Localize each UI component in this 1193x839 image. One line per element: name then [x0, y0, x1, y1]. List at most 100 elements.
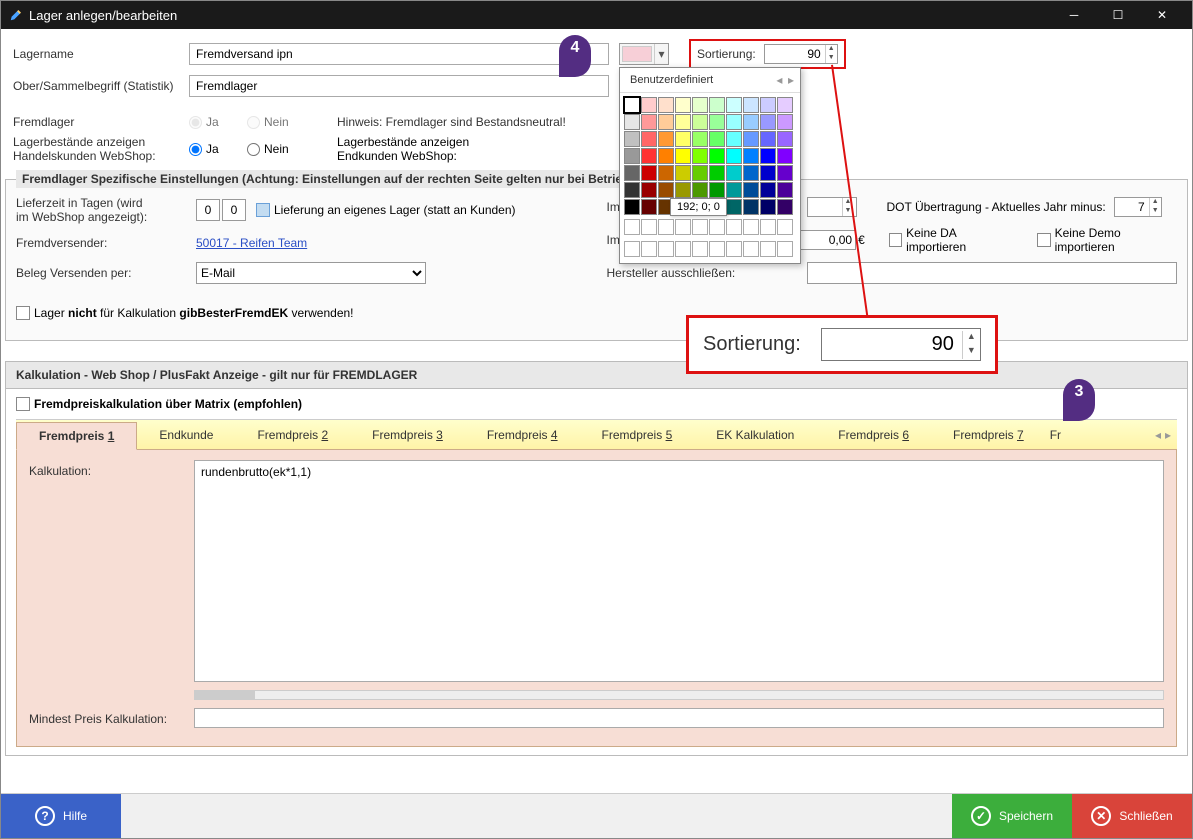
color-cell[interactable]	[726, 148, 742, 164]
color-cell[interactable]	[726, 199, 742, 215]
spin-up-icon[interactable]: ▲	[825, 45, 837, 54]
color-cell[interactable]	[624, 148, 640, 164]
fremdversender-link[interactable]: 50017 - Reifen Team	[196, 236, 307, 250]
color-cell[interactable]	[743, 131, 759, 147]
lager-nicht-checkbox[interactable]	[16, 306, 30, 320]
color-cell[interactable]	[692, 165, 708, 181]
color-cell[interactable]	[675, 114, 691, 130]
callout-sort-input[interactable]	[822, 329, 962, 360]
color-cell[interactable]	[760, 131, 776, 147]
color-cell[interactable]	[641, 182, 657, 198]
tab-scroll-left-icon[interactable]: ◂	[1155, 428, 1161, 442]
color-cell[interactable]	[709, 148, 725, 164]
color-cell[interactable]	[777, 131, 793, 147]
help-button[interactable]: ? Hilfe	[1, 794, 121, 838]
color-cell[interactable]	[709, 165, 725, 181]
handel-nein-radio[interactable]: Nein	[247, 142, 297, 156]
cp-nav-left-icon[interactable]: ◂	[776, 73, 782, 87]
color-cell[interactable]	[641, 199, 657, 215]
matrix-checkbox[interactable]	[16, 397, 30, 411]
color-picker-button[interactable]: ▾	[619, 43, 669, 65]
tab-fremdpreis-6[interactable]: Fremdpreis 6	[816, 422, 931, 448]
color-cell[interactable]	[624, 182, 640, 198]
color-cell[interactable]	[726, 182, 742, 198]
color-cell[interactable]	[777, 114, 793, 130]
callout-spin-down-icon[interactable]: ▼	[962, 345, 980, 359]
color-cell[interactable]	[692, 97, 708, 113]
color-cell[interactable]	[641, 114, 657, 130]
sortierung-input[interactable]	[765, 45, 825, 63]
lieferzeit-b-input[interactable]	[222, 199, 246, 221]
callout-spin-up-icon[interactable]: ▲	[962, 331, 980, 345]
tab-overflow[interactable]: Fr	[1046, 422, 1065, 448]
formula-textarea[interactable]: rundenbrutto(ek*1,1)	[194, 460, 1164, 682]
color-cell[interactable]	[743, 199, 759, 215]
color-cell[interactable]	[726, 165, 742, 181]
tab-fremdpreis-2[interactable]: Fremdpreis 2	[235, 422, 350, 448]
color-cell[interactable]	[624, 131, 640, 147]
lagername-input[interactable]	[189, 43, 609, 65]
tab-scroll-right-icon[interactable]: ▸	[1165, 428, 1171, 442]
color-cell[interactable]	[692, 131, 708, 147]
color-cell[interactable]	[760, 165, 776, 181]
beleg-versenden-select[interactable]: E-Mail	[196, 262, 426, 284]
close-button[interactable]: ✕ Schließen	[1072, 794, 1192, 838]
save-button[interactable]: ✓ Speichern	[952, 794, 1072, 838]
color-cell[interactable]	[760, 199, 776, 215]
keine-da-checkbox[interactable]	[889, 233, 902, 247]
tab-fremdpreis-3[interactable]: Fremdpreis 3	[350, 422, 465, 448]
color-cell[interactable]	[726, 131, 742, 147]
color-cell[interactable]	[709, 114, 725, 130]
color-cell[interactable]	[692, 148, 708, 164]
color-cell[interactable]	[760, 97, 776, 113]
color-popup-tab[interactable]: Benutzerdefiniert	[626, 72, 717, 88]
import-preis-input[interactable]	[796, 230, 856, 250]
color-cell[interactable]	[624, 165, 640, 181]
color-cell[interactable]	[760, 114, 776, 130]
oberbegriff-input[interactable]	[189, 75, 609, 97]
color-cell[interactable]	[658, 131, 674, 147]
color-cell[interactable]	[743, 165, 759, 181]
color-cell[interactable]	[658, 182, 674, 198]
lieferung-eigen-checkbox[interactable]	[256, 203, 270, 217]
color-cell[interactable]	[641, 165, 657, 181]
dot-spinner[interactable]: ▲▼	[1114, 197, 1162, 217]
color-cell[interactable]	[641, 97, 657, 113]
color-cell[interactable]	[675, 182, 691, 198]
color-cell[interactable]	[743, 182, 759, 198]
minimize-button[interactable]: ─	[1052, 1, 1096, 29]
color-cell[interactable]	[709, 182, 725, 198]
lieferzeit-a-input[interactable]	[196, 199, 220, 221]
sortierung-spinner[interactable]: ▲▼	[764, 44, 838, 64]
color-cell[interactable]	[658, 148, 674, 164]
color-cell[interactable]	[743, 148, 759, 164]
tab-fremdpreis-7[interactable]: Fremdpreis 7	[931, 422, 1046, 448]
color-cell[interactable]	[658, 97, 674, 113]
color-cell[interactable]	[624, 199, 640, 215]
spin-down-icon[interactable]: ▼	[825, 54, 837, 63]
handel-ja-radio[interactable]: Ja	[189, 142, 239, 156]
cp-nav-right-icon[interactable]: ▸	[788, 73, 794, 87]
color-cell[interactable]	[624, 97, 640, 113]
color-cell[interactable]	[658, 114, 674, 130]
color-cell[interactable]	[641, 148, 657, 164]
color-cell[interactable]	[658, 165, 674, 181]
tab-ek-kalkulation[interactable]: EK Kalkulation	[694, 422, 816, 448]
mindest-input[interactable]	[194, 708, 1164, 728]
color-cell[interactable]	[675, 165, 691, 181]
color-cell[interactable]	[692, 182, 708, 198]
color-cell[interactable]	[641, 131, 657, 147]
color-cell[interactable]	[624, 114, 640, 130]
tab-fremdpreis-4[interactable]: Fremdpreis 4	[465, 422, 580, 448]
color-cell[interactable]	[692, 114, 708, 130]
color-cell[interactable]	[675, 148, 691, 164]
tab-fremdpreis-5[interactable]: Fremdpreis 5	[580, 422, 695, 448]
close-window-button[interactable]: ✕	[1140, 1, 1184, 29]
color-cell[interactable]	[726, 114, 742, 130]
color-cell[interactable]	[726, 97, 742, 113]
color-cell[interactable]	[777, 165, 793, 181]
color-cell[interactable]	[743, 114, 759, 130]
color-cell[interactable]	[760, 148, 776, 164]
color-cell[interactable]	[675, 97, 691, 113]
formula-scrollbar[interactable]	[194, 690, 1164, 700]
